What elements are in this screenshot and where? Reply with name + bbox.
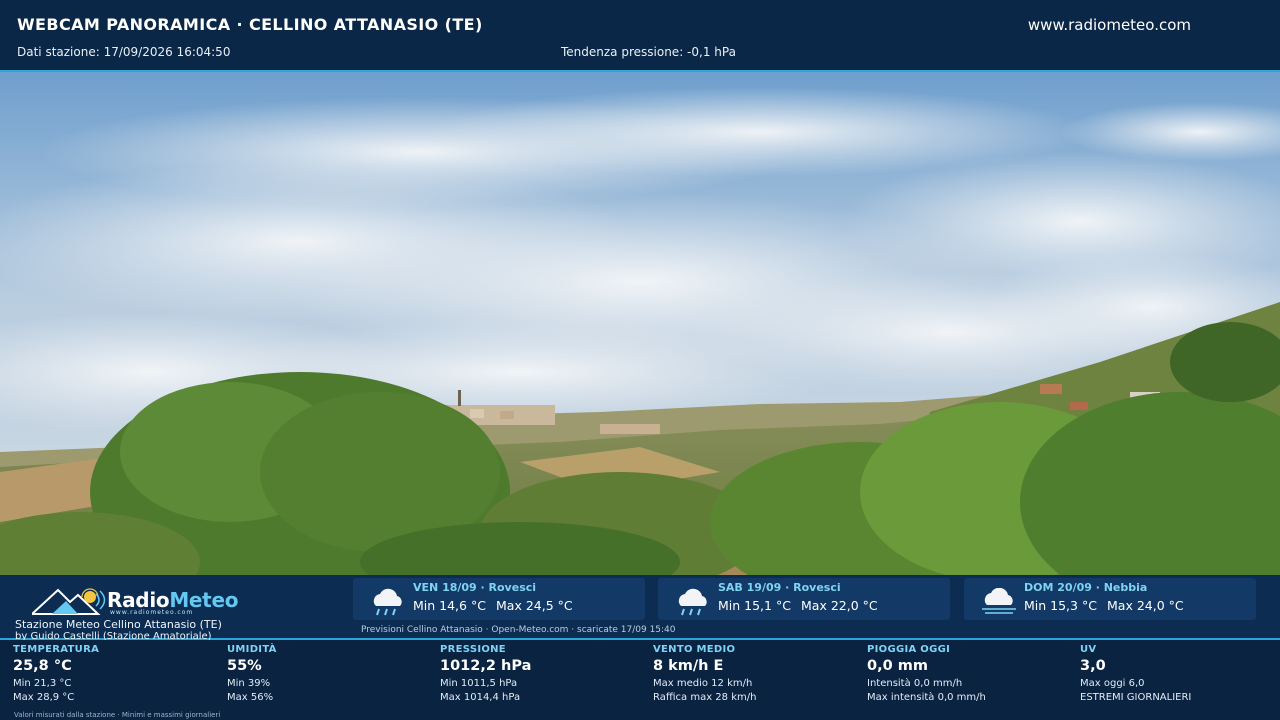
forecast-card-3: DOM 20/09 · Nebbia Min 15,3 °C Max 24,0 … [964,578,1256,620]
header-bar: WEBCAM PANORAMICA · CELLINO ATTANASIO (T… [0,0,1280,72]
stat-pressure: PRESSIONE 1012,2 hPa Min 1011,5 hPa Max 1… [440,644,650,705]
stat-sub: Min 1011,5 hPa Max 1014,4 hPa [440,677,650,705]
stat-value: 1012,2 hPa [440,658,532,674]
stat-sub: Max medio 12 km/h Raffica max 28 km/h [653,677,863,705]
stat-value: 8 km/h E [653,658,724,674]
forecast-day: VEN 18/09 · Rovesci [413,581,537,594]
forecast-max: Max 24,5 °C [496,598,573,613]
stat-sub: Min 39% Max 56% [227,677,437,705]
stat-sub-1: Min 39% [227,678,271,689]
forecast-card-1: VEN 18/09 · Rovesci Min 14,6 °C Max 24,5… [353,578,645,620]
forecast-min: Min 15,3 °C [1024,598,1097,613]
stat-sub-2: Max intensità 0,0 mm/h [867,692,986,703]
stat-sub-1: Max medio 12 km/h [653,678,753,689]
stat-value: 3,0 [1080,658,1106,674]
stat-sub-2: Max 1014,4 hPa [440,692,521,703]
stat-label: VENTO MEDIO [653,644,736,655]
stat-sub-2: Raffica max 28 km/h [653,692,757,703]
page-title: WEBCAM PANORAMICA · CELLINO ATTANASIO (T… [17,15,483,34]
stat-sub-1: Max oggi 6,0 [1080,678,1145,689]
forecast-day: DOM 20/09 · Nebbia [1024,581,1148,594]
stat-label: PRESSIONE [440,644,506,655]
stat-sub-1: Min 1011,5 hPa [440,678,518,689]
forecast-min: Min 14,6 °C [413,598,486,613]
footnote: Valori misurati dalla stazione · Minimi … [14,711,221,719]
rain-cloud-icon [678,588,707,616]
rain-cloud-icon [373,588,402,616]
forecast-max: Max 22,0 °C [801,598,878,613]
pressure-trend: Tendenza pressione: -0,1 hPa [561,45,736,59]
stat-sub-2: ESTREMI GIORNALIERI [1080,692,1192,703]
stat-value: 0,0 mm [867,658,928,674]
forecast-bar: RadioMeteo www.radiometeo.com Stazione M… [0,575,1280,642]
station-timestamp: Dati stazione: 17/09/2026 16:04:50 [17,45,231,59]
stat-wind: VENTO MEDIO 8 km/h E Max medio 12 km/h Ra… [653,644,863,705]
forecast-day: SAB 19/09 · Rovesci [718,581,841,594]
stat-label: TEMPERATURA [13,644,100,655]
stat-rain: PIOGGIA OGGI 0,0 mm Intensità 0,0 mm/h Ma… [867,644,1077,705]
stat-sub-1: Min 21,3 °C [13,678,72,689]
stat-uv: UV 3,0 Max oggi 6,0 ESTREMI GIORNALIERI [1080,644,1280,705]
stat-label: UMIDITÀ [227,644,277,655]
stat-value: 25,8 °C [13,658,72,674]
stat-sub-2: Max 56% [227,692,274,703]
stat-label: UV [1080,644,1097,655]
station-name: Stazione Meteo Cellino Attanasio (TE) [15,618,222,631]
mountain-sun-logo-icon [32,588,106,615]
stat-sub: Intensità 0,0 mm/h Max intensità 0,0 mm/h [867,677,1077,705]
stat-label: PIOGGIA OGGI [867,644,951,655]
stats-bar: TEMPERATURA 25,8 °C Min 21,3 °C Max 28,9 … [0,640,1280,720]
forecast-min: Min 15,1 °C [718,598,791,613]
forecast-max: Max 24,0 °C [1107,598,1184,613]
brand-url[interactable]: www.radiometeo.com [110,609,193,616]
site-link[interactable]: www.radiometeo.com [1028,16,1191,34]
forecast-source-note: Previsioni Cellino Attanasio · Open-Mete… [361,625,676,635]
stat-sub-2: Max 28,9 °C [13,692,75,703]
stat-humidity: UMIDITÀ 55% Min 39% Max 56% [227,644,437,705]
stat-sub: Max oggi 6,0 ESTREMI GIORNALIERI [1080,677,1280,705]
stat-sub-1: Intensità 0,0 mm/h [867,678,963,689]
brand-block: RadioMeteo www.radiometeo.com Stazione M… [14,581,334,642]
stat-temperature: TEMPERATURA 25,8 °C Min 21,3 °C Max 28,9 … [13,644,223,705]
stat-sub: Min 21,3 °C Max 28,9 °C [13,677,223,705]
stat-value: 55% [227,658,262,674]
forecast-card-2: SAB 19/09 · Rovesci Min 15,1 °C Max 22,0… [658,578,950,620]
webcam-image [0,72,1280,575]
fog-cloud-icon [982,588,1016,614]
